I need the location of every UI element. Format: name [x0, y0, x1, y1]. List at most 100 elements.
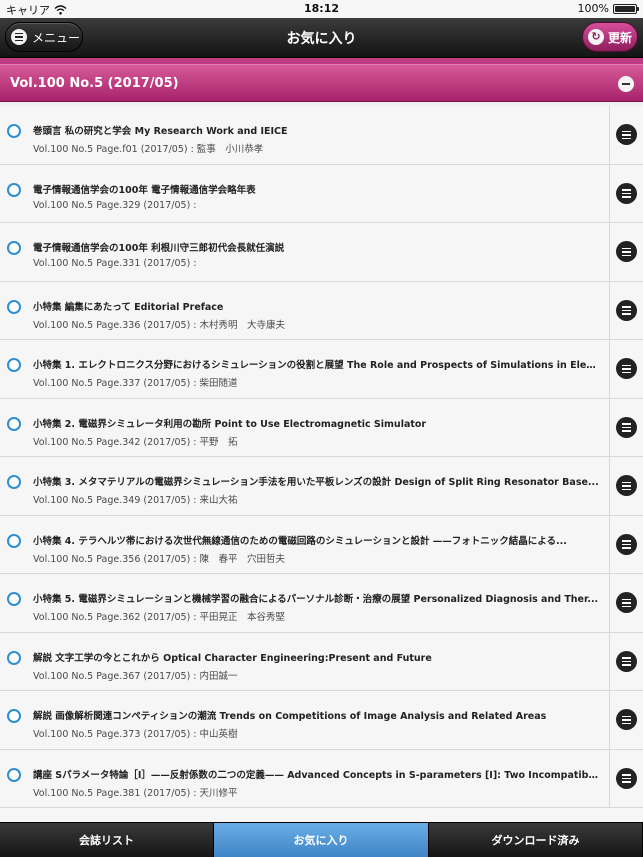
- radio-circle-icon[interactable]: [7, 709, 21, 723]
- radio-circle-icon[interactable]: [7, 124, 21, 138]
- list-detail-icon: [616, 416, 637, 438]
- radio-circle-icon[interactable]: [7, 416, 21, 431]
- article-meta: Vol.100 No.5 Page.329 (2017/05) :: [33, 199, 197, 211]
- status-bar: キャリア 18:12 100%: [0, 0, 643, 18]
- hamburger-icon: [11, 29, 27, 45]
- list-item-partial[interactable]: [0, 808, 643, 822]
- article-select-area[interactable]: 小特集 1. エレクトロニクス分野におけるシミュレーションの役割と展望 The …: [0, 340, 609, 398]
- list-detail-icon: [616, 124, 637, 146]
- list-item[interactable]: 講座 Sパラメータ特論［I］——反射係数の二つの定義—— Advanced Co…: [0, 749, 643, 808]
- tab-label: お気に入り: [293, 834, 349, 847]
- list-item[interactable]: 小特集 編集にあたって Editorial Preface Vol.100 No.…: [0, 281, 643, 340]
- article-select-area[interactable]: 小特集 4. テラヘルツ帯における次世代無線通信のための電磁回路のシミュレーショ…: [0, 516, 609, 574]
- issue-section-title: Vol.100 No.5 (2017/05): [10, 75, 179, 91]
- list-item[interactable]: 小特集 5. 電磁界シミュレーションと機械学習の融合によるパーソナル診断・治療の…: [0, 574, 643, 633]
- navigation-bar: メニュー お気に入り ↻ 更新: [0, 18, 643, 58]
- article-title: 小特集 1. エレクトロニクス分野におけるシミュレーションの役割と展望 The …: [33, 360, 601, 371]
- radio-circle-icon[interactable]: [7, 767, 21, 782]
- refresh-button-label: 更新: [608, 30, 633, 45]
- list-detail-icon: [616, 592, 637, 614]
- article-title: 小特集 5. 電磁界シミュレーションと機械学習の融合によるパーソナル診断・治療の…: [33, 594, 599, 605]
- article-detail-button[interactable]: [609, 281, 643, 339]
- article-detail-button[interactable]: [609, 340, 643, 398]
- list-item[interactable]: 小特集 4. テラヘルツ帯における次世代無線通信のための電磁回路のシミュレーショ…: [0, 515, 643, 574]
- menu-button-label: メニュー: [32, 30, 81, 45]
- article-select-area[interactable]: 電子情報通信学会の100年 電子情報通信学会略年表 Vol.100 No.5 Pa…: [0, 165, 609, 223]
- article-select-area[interactable]: 小特集 2. 電磁界シミュレータ利用の勘所 Point to Use Elect…: [0, 399, 609, 457]
- article-detail-button[interactable]: [609, 691, 643, 749]
- refresh-button[interactable]: ↻ 更新: [582, 22, 638, 52]
- list-detail-icon: [616, 533, 637, 555]
- list-item[interactable]: 解説 文字工学の今とこれから Optical Character Enginee…: [0, 632, 643, 691]
- radio-circle-icon[interactable]: [7, 533, 21, 548]
- article-title: 巻頭言 私の研究と学会 My Research Work and IEICE: [33, 126, 288, 137]
- tab-label: ダウンロード済み: [491, 834, 580, 847]
- article-title: 小特集 3. メタマテリアルの電磁界シミュレーション手法を用いた平板レンズの設計…: [33, 477, 599, 488]
- article-meta: Vol.100 No.5 Page.337 (2017/05) : 柴田随道: [33, 378, 238, 389]
- article-detail-button[interactable]: [609, 106, 643, 164]
- list-item[interactable]: 解説 画像解析関連コンペティションの潮流 Trends on Competiti…: [0, 691, 643, 750]
- article-meta: Vol.100 No.5 Page.342 (2017/05) : 平野 拓: [33, 436, 238, 448]
- article-title: 解説 文字工学の今とこれから Optical Character Enginee…: [33, 652, 432, 664]
- list-detail-icon: [616, 299, 637, 321]
- article-title: 電子情報通信学会の100年 電子情報通信学会略年表: [33, 184, 256, 196]
- article-select-area[interactable]: 小特集 3. メタマテリアルの電磁界シミュレーション手法を用いた平板レンズの設計…: [0, 457, 609, 515]
- radio-circle-icon[interactable]: [7, 475, 21, 489]
- list-item[interactable]: 巻頭言 私の研究と学会 My Research Work and IEICE Vo…: [0, 106, 643, 165]
- article-title: 小特集 2. 電磁界シミュレータ利用の勘所 Point to Use Elect…: [33, 418, 427, 430]
- list-item[interactable]: 小特集 1. エレクトロニクス分野におけるシミュレーションの役割と展望 The …: [0, 340, 643, 399]
- article-detail-button[interactable]: [609, 515, 643, 573]
- list-detail-icon: [616, 241, 637, 263]
- menu-button[interactable]: メニュー: [5, 22, 83, 52]
- list-detail-icon: [616, 475, 637, 497]
- list-item[interactable]: 電子情報通信学会の100年 利根川守三郎初代会長就任演説 Vol.100 No.5…: [0, 223, 643, 282]
- article-meta: Vol.100 No.5 Page.362 (2017/05) : 平田晃正 本…: [33, 612, 286, 623]
- list-detail-icon: [616, 358, 637, 380]
- radio-circle-icon[interactable]: [7, 650, 21, 665]
- article-select-area[interactable]: 講座 Sパラメータ特論［I］——反射係数の二つの定義—— Advanced Co…: [0, 750, 609, 808]
- list-detail-icon: [616, 767, 637, 789]
- article-detail-button[interactable]: [609, 749, 643, 807]
- article-meta: Vol.100 No.5 Page.356 (2017/05) : 陳 春平 穴…: [33, 553, 286, 565]
- article-select-area[interactable]: 電子情報通信学会の100年 利根川守三郎初代会長就任演説 Vol.100 No.5…: [0, 223, 609, 281]
- article-select-area[interactable]: 解説 文字工学の今とこれから Optical Character Enginee…: [0, 633, 609, 691]
- battery-percent: 100%: [577, 2, 609, 15]
- article-select-area[interactable]: 小特集 編集にあたって Editorial Preface Vol.100 No.…: [0, 282, 609, 340]
- list-item[interactable]: 電子情報通信学会の100年 電子情報通信学会略年表 Vol.100 No.5 Pa…: [0, 164, 643, 223]
- article-detail-button[interactable]: [609, 457, 643, 515]
- radio-circle-icon[interactable]: [7, 182, 21, 197]
- article-list[interactable]: 巻頭言 私の研究と学会 My Research Work and IEICE Vo…: [0, 106, 643, 822]
- article-detail-button[interactable]: [609, 223, 643, 281]
- article-meta: Vol.100 No.5 Page.f01 (2017/05) : 監事 小川恭…: [33, 144, 264, 155]
- list-item[interactable]: 小特集 3. メタマテリアルの電磁界シミュレーション手法を用いた平板レンズの設計…: [0, 457, 643, 516]
- tab-2[interactable]: ダウンロード済み: [429, 823, 643, 857]
- radio-circle-icon[interactable]: [7, 592, 21, 606]
- article-title: 小特集 4. テラヘルツ帯における次世代無線通信のための電磁回路のシミュレーショ…: [33, 535, 567, 547]
- article-title: 解説 画像解析関連コンペティションの潮流 Trends on Competiti…: [33, 711, 547, 722]
- article-meta: Vol.100 No.5 Page.381 (2017/05) : 天川修平: [33, 787, 238, 799]
- radio-circle-icon[interactable]: [7, 358, 21, 372]
- battery-icon: [613, 3, 639, 14]
- article-detail-button[interactable]: [609, 632, 643, 690]
- article-detail-button[interactable]: [609, 398, 643, 456]
- radio-circle-icon[interactable]: [7, 299, 21, 314]
- radio-circle-icon[interactable]: [7, 241, 21, 255]
- collapse-minus-icon[interactable]: [618, 76, 634, 92]
- status-time: 18:12: [303, 2, 339, 15]
- article-title: 小特集 編集にあたって Editorial Preface: [33, 301, 224, 313]
- battery-level: [615, 5, 635, 12]
- page-title: お気に入り: [286, 31, 357, 47]
- tab-1[interactable]: お気に入り: [214, 823, 429, 857]
- article-detail-button[interactable]: [609, 574, 643, 632]
- article-meta: Vol.100 No.5 Page.331 (2017/05) :: [33, 258, 197, 269]
- issue-section-header[interactable]: Vol.100 No.5 (2017/05): [0, 64, 643, 102]
- article-detail-button[interactable]: [609, 164, 643, 222]
- tab-0[interactable]: 会誌リスト: [0, 823, 214, 857]
- article-select-area[interactable]: 小特集 5. 電磁界シミュレーションと機械学習の融合によるパーソナル診断・治療の…: [0, 574, 609, 632]
- list-detail-icon: [616, 709, 637, 731]
- article-title: 電子情報通信学会の100年 利根川守三郎初代会長就任演説: [33, 243, 285, 254]
- article-select-area[interactable]: 解説 画像解析関連コンペティションの潮流 Trends on Competiti…: [0, 691, 609, 749]
- list-item[interactable]: 小特集 2. 電磁界シミュレータ利用の勘所 Point to Use Elect…: [0, 398, 643, 457]
- article-meta: Vol.100 No.5 Page.336 (2017/05) : 木村秀明 大…: [33, 319, 286, 331]
- article-select-area[interactable]: 巻頭言 私の研究と学会 My Research Work and IEICE Vo…: [0, 106, 609, 164]
